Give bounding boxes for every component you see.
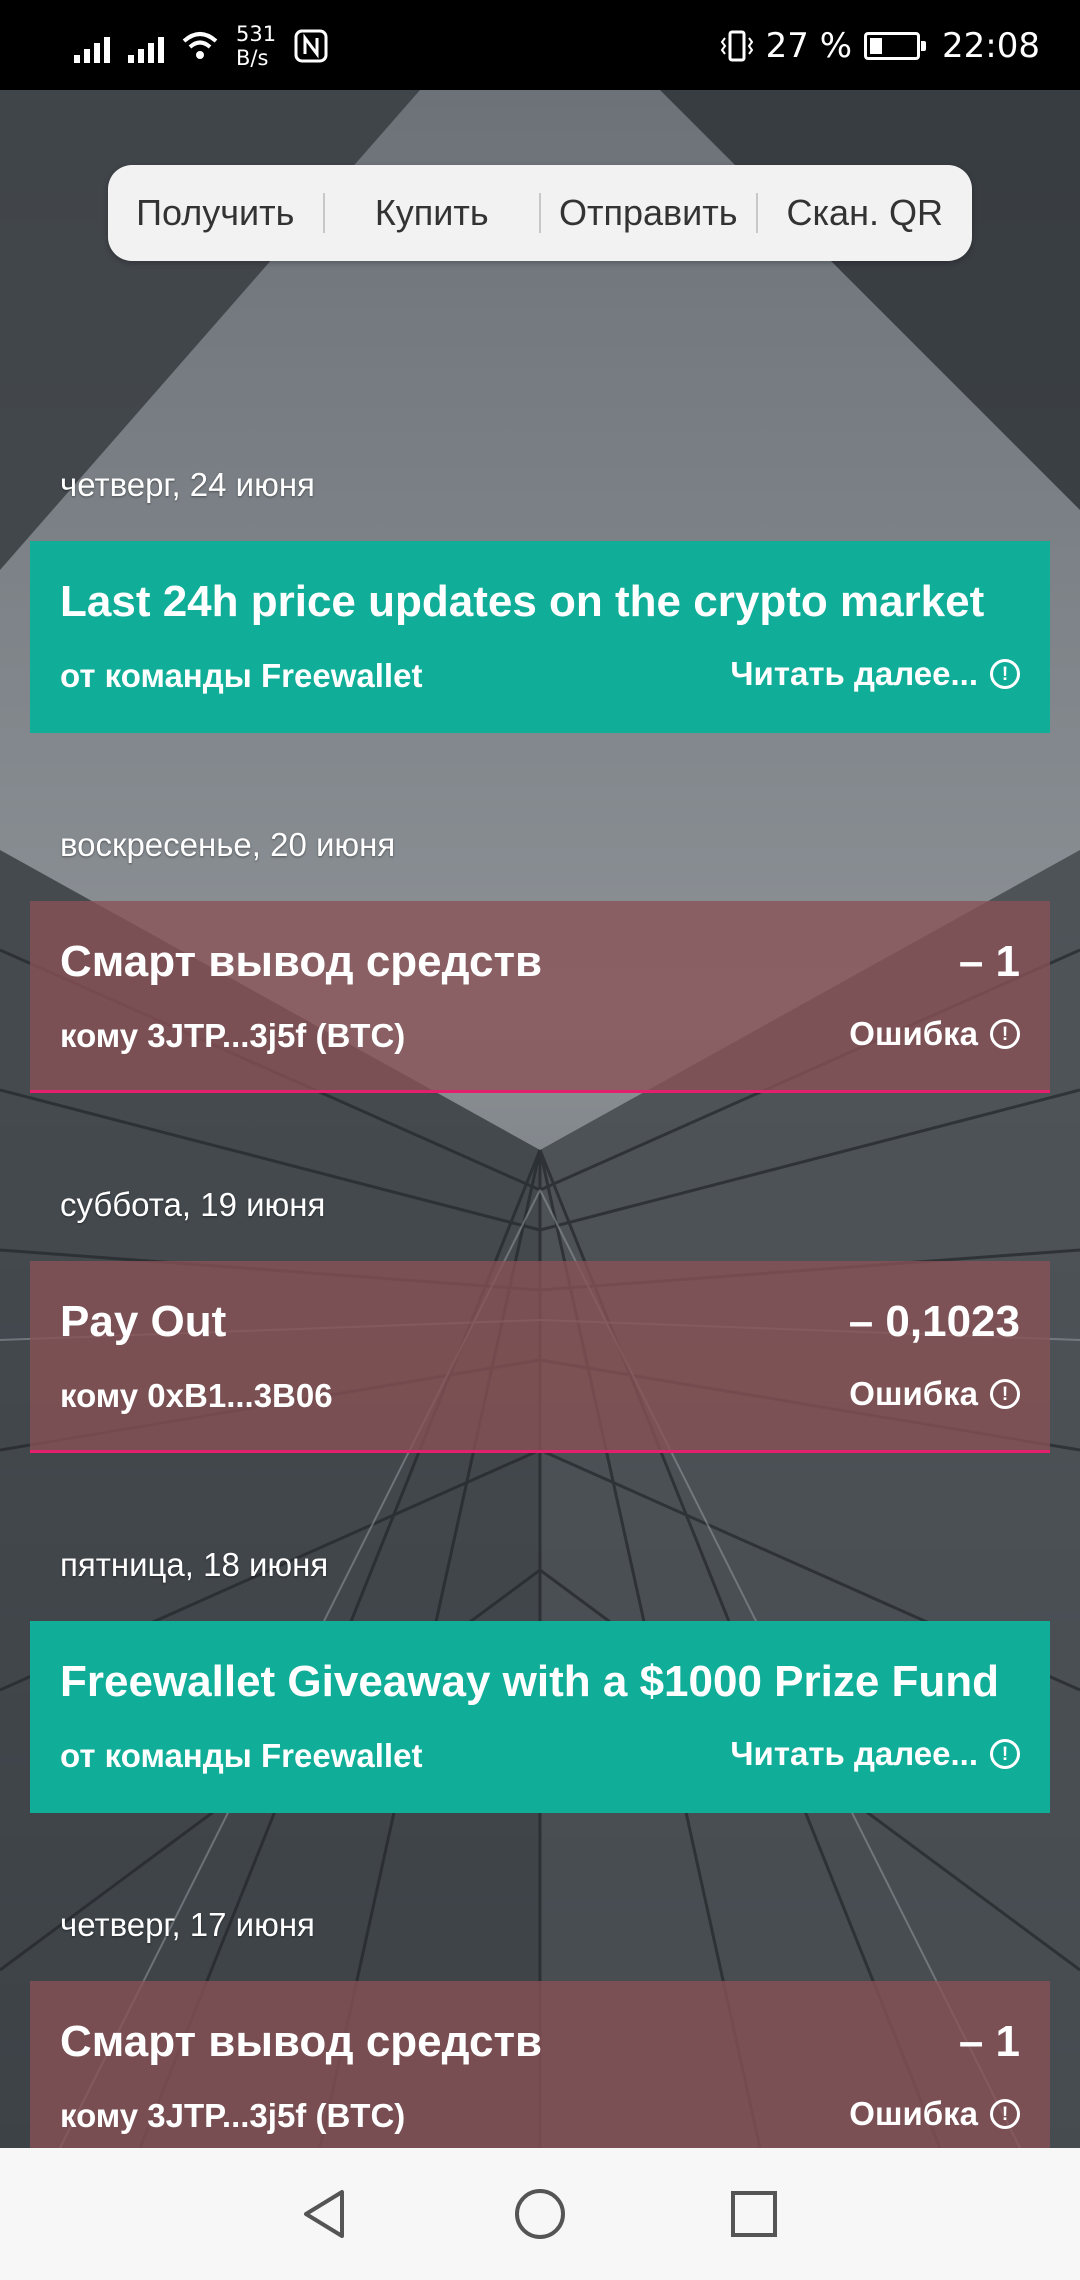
date-header: воскресенье, 20 июня — [60, 826, 396, 863]
network-speed: 531 B/s — [236, 22, 276, 70]
transaction-title: Pay Out — [60, 1297, 227, 1346]
news-card[interactable]: Last 24h price updates on the crypto mar… — [30, 541, 1050, 733]
net-speed-value: 531 — [236, 22, 277, 46]
transaction-status: Ошибка ! — [849, 2095, 1020, 2133]
net-speed-unit: B/s — [236, 46, 269, 70]
vibrate-icon — [720, 30, 753, 62]
signal-icon — [128, 29, 164, 63]
news-title: Freewallet Giveaway with a $1000 Prize F… — [60, 1657, 1000, 1706]
transaction-title: Смарт вывод средств — [60, 2017, 543, 2066]
receive-button[interactable]: Получить — [108, 192, 323, 234]
transaction-amount: – 1 — [958, 937, 1020, 986]
wifi-icon — [182, 32, 218, 59]
scan-qr-button[interactable]: Скан. QR — [758, 192, 973, 234]
date-header: суббота, 19 июня — [60, 1186, 326, 1223]
clock: 22:08 — [942, 26, 1040, 66]
transaction-card[interactable]: Смарт вывод средств – 1 кому 3JTP...3j5f… — [30, 1981, 1050, 2148]
read-more-link[interactable]: Читать далее... ! — [730, 1735, 1020, 1773]
back-button[interactable] — [294, 2182, 358, 2246]
send-button[interactable]: Отправить — [541, 192, 756, 234]
status-bar: 531 B/s 27 % 22:08 — [0, 0, 1080, 90]
recents-icon — [731, 2191, 777, 2237]
news-author: от команды Freewallet — [60, 1737, 423, 1774]
action-bar: Получить Купить Отправить Скан. QR — [108, 165, 972, 261]
home-icon — [515, 2189, 565, 2239]
status-label: Ошибка — [849, 2095, 978, 2132]
recents-button[interactable] — [722, 2182, 786, 2246]
transaction-status: Ошибка ! — [849, 1015, 1020, 1053]
home-button[interactable] — [508, 2182, 572, 2246]
info-icon: ! — [990, 2099, 1020, 2129]
news-card[interactable]: Freewallet Giveaway with a $1000 Prize F… — [30, 1621, 1050, 1813]
back-icon — [304, 2190, 344, 2238]
date-header: четверг, 24 июня — [60, 466, 315, 503]
info-icon: ! — [990, 1379, 1020, 1409]
transaction-status: Ошибка ! — [849, 1375, 1020, 1413]
date-header: четверг, 17 июня — [60, 1906, 315, 1943]
transaction-recipient: кому 3JTP...3j5f (BTC) — [60, 1017, 406, 1054]
info-icon: ! — [990, 1019, 1020, 1049]
battery-percent: 27 % — [765, 26, 853, 66]
transaction-card[interactable]: Pay Out – 0,1023 кому 0xB1...3B06 Ошибка… — [30, 1261, 1050, 1453]
read-more-label: Читать далее... — [730, 1735, 978, 1772]
date-header: пятница, 18 июня — [60, 1546, 329, 1583]
transaction-amount: – 1 — [958, 2017, 1020, 2066]
status-label: Ошибка — [849, 1015, 978, 1052]
navigation-bar — [0, 2148, 1080, 2280]
transaction-recipient: кому 3JTP...3j5f (BTC) — [60, 2097, 406, 2134]
info-icon: ! — [990, 659, 1020, 689]
news-author: от команды Freewallet — [60, 657, 423, 694]
read-more-link[interactable]: Читать далее... ! — [730, 655, 1020, 693]
background-image — [0, 90, 1080, 2148]
read-more-label: Читать далее... — [730, 655, 978, 692]
info-icon: ! — [990, 1739, 1020, 1769]
nfc-icon — [294, 29, 328, 63]
signal-icon — [74, 29, 110, 63]
transaction-card[interactable]: Смарт вывод средств – 1 кому 3JTP...3j5f… — [30, 901, 1050, 1093]
transaction-title: Смарт вывод средств — [60, 937, 543, 986]
transaction-amount: – 0,1023 — [848, 1297, 1020, 1346]
transaction-recipient: кому 0xB1...3B06 — [60, 1377, 333, 1414]
battery-icon — [864, 32, 927, 60]
news-title: Last 24h price updates on the crypto mar… — [60, 577, 985, 626]
buy-button[interactable]: Купить — [325, 192, 540, 234]
status-label: Ошибка — [849, 1375, 978, 1412]
